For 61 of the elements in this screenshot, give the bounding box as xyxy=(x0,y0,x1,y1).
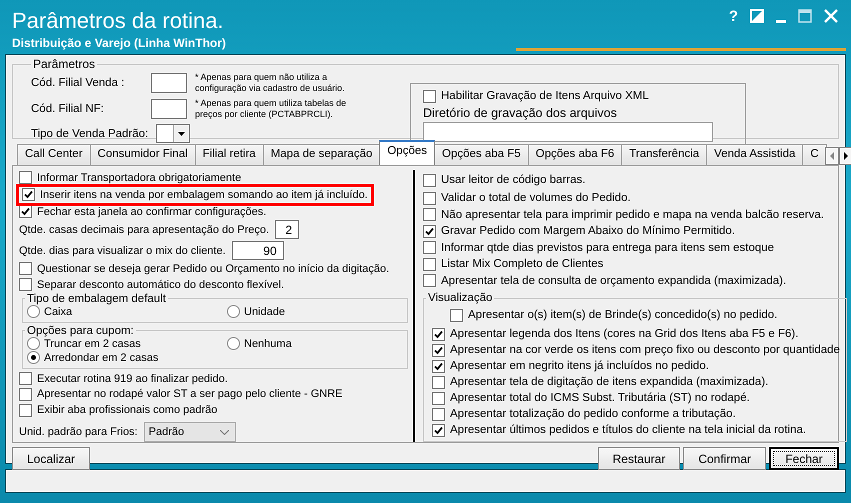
tab[interactable]: Consumidor Final xyxy=(90,144,196,165)
unit-dropdown[interactable]: Padrão xyxy=(144,422,236,442)
checkbox-label: Apresentar na cor verde os itens com preço fixo ou desconto por quantidade xyxy=(450,344,840,356)
checkbox-label: Informar qtde dias previstos para entrega para itens sem estoque xyxy=(441,242,774,254)
checkbox-label: Apresentar o(s) item(s) de Brinde(s) concedido(s) no pedido. xyxy=(468,309,778,321)
checkbox-label: Apresentar em negrito itens já incluídos no pedido. xyxy=(450,360,709,372)
checkbox-label: Exibir aba profissionais como padrão xyxy=(37,404,218,416)
checkbox-label: Apresentar tela de consulta de orçamento expandida (maximizada). xyxy=(441,274,786,287)
window-title: Parâmetros da rotina. xyxy=(12,8,225,34)
dialog-button[interactable]: Restaurar xyxy=(598,447,680,470)
checkbox-label: Apresentar tela de digitação de itens expandida (maximizada). xyxy=(450,376,768,388)
radio-label: Truncar em 2 casas xyxy=(44,338,141,350)
checkbox-label: Questionar se deseja gerar Pedido ou Orçamento no início da digitação. xyxy=(37,262,390,275)
checkbox-label: Apresentar últimos pedidos e títulos do cliente na tela inicial da rotina. xyxy=(450,424,806,436)
checkbox-label: Validar o total de volumes do Pedido. xyxy=(441,192,631,204)
tab[interactable]: Opções aba F6 xyxy=(528,144,622,165)
field-label: Cód. Filial NF: xyxy=(31,103,105,115)
tab[interactable]: Opções aba F5 xyxy=(434,144,529,165)
number-field[interactable]: 2 xyxy=(275,220,300,240)
dialog-button[interactable]: Localizar xyxy=(12,447,90,470)
radio-label: Unidade xyxy=(244,306,285,318)
tab[interactable]: Call Center xyxy=(17,144,91,165)
field-label: Tipo de Venda Padrão: xyxy=(31,128,148,140)
field-label: Qtde. casas decimais para apresentação do Preço. xyxy=(19,224,270,236)
window-subtitle: Distribuição e Varejo (Linha WinThor) xyxy=(12,36,226,50)
checkbox-label: Fechar esta janela ao confirmar configurações. xyxy=(37,206,266,218)
field-label: Qtde. dias para visualizar o mix do cliente. xyxy=(19,244,226,257)
field-note: * Apenas para quem utiliza tabelas de preços por cliente (PCTABPRCLI). xyxy=(195,98,348,120)
radio-label: Arredondar em 2 casas xyxy=(44,352,158,364)
group-title: Tipo de embalagem default xyxy=(26,292,167,305)
checkbox-label: Habilitar Gravação de Itens Arquivo XML xyxy=(441,90,649,102)
checkbox-label: Usar leitor de código barras. xyxy=(441,174,586,186)
radio-label: Nenhuma xyxy=(244,338,292,350)
checkbox-label: Apresentar legenda dos Itens (cores na Grid dos Itens aba F5 e F6). xyxy=(450,328,798,340)
checkbox-label: Apresentar no rodapé valor ST a ser pago pelo cliente - GNRE xyxy=(37,388,343,400)
checkbox-label: Listar Mix Completo de Clientes xyxy=(441,258,604,270)
checkbox-label: Não apresentar tela para imprimir pedido e mapa na venda balcão reserva. xyxy=(441,208,824,221)
radio-label: Caixa xyxy=(44,306,72,318)
number-field[interactable]: 90 xyxy=(232,241,284,260)
field-note: * Apenas para quem não utiliza a configuração via cadastro de usuário. xyxy=(195,72,346,94)
checkbox-label: Separar desconto automático do desconto flexível. xyxy=(37,278,284,291)
tab[interactable]: Opções xyxy=(379,140,435,165)
field-label: Cód. Filial Venda : xyxy=(31,77,126,89)
checkbox-label: Inserir itens na venda por embalagem somando ao item já incluído. xyxy=(40,188,368,201)
tab[interactable]: Venda Assistida xyxy=(706,144,804,165)
checkbox-label: Executar rotina 919 ao finalizar pedido. xyxy=(37,372,228,385)
dialog-button[interactable]: Fechar xyxy=(769,447,839,470)
checkbox-label: Informar Transportadora obrigatoriamente xyxy=(37,172,242,184)
checkbox-label: Gravar Pedido com Margem Abaixo do Mínimo Permitido. xyxy=(441,225,736,238)
field-label: Unid. padrão para Frios: xyxy=(19,426,138,438)
tab[interactable]: Filial retira xyxy=(194,144,264,165)
dialog-button[interactable]: Confirmar xyxy=(683,447,766,470)
checkbox-label: Apresentar totalização do pedido conforme a tributação. xyxy=(450,408,736,420)
tab[interactable]: Mapa de separação xyxy=(262,144,380,165)
checkbox-label: Apresentar total do ICMS Subst. Tributária (ST) no rodapé. xyxy=(450,392,750,404)
group-title: Visualização xyxy=(427,292,494,304)
tab[interactable]: Transferência xyxy=(621,144,708,165)
tab[interactable]: C xyxy=(802,144,827,165)
group-title: Opções para cupom: xyxy=(26,324,135,337)
group-title: Parâmetros xyxy=(32,57,96,71)
field-label: Diretório de gravação dos arquivos xyxy=(423,106,618,120)
